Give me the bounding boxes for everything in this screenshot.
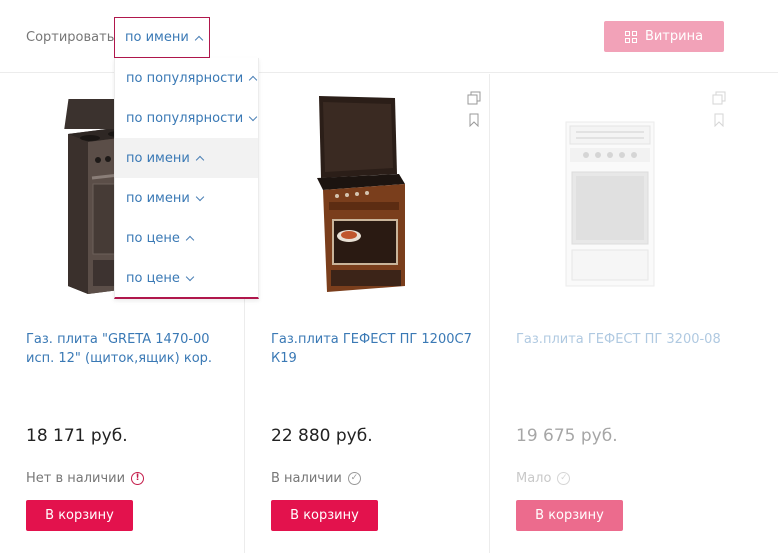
check-icon: ✓	[347, 472, 361, 485]
grid-icon	[624, 30, 637, 43]
stove-image	[317, 96, 405, 292]
chevron-up-icon	[195, 155, 205, 165]
add-to-cart-button[interactable]: В корзину	[271, 500, 378, 531]
add-to-cart-button[interactable]: В корзину	[516, 500, 623, 531]
product-image[interactable]	[490, 74, 735, 314]
product-card: Газ.плита ГЕФЕСТ ПГ 1200С7 К19 22 880 ру…	[245, 74, 490, 553]
stock-status-label: Мало	[516, 471, 552, 486]
sort-option-name-asc[interactable]: по имени	[115, 138, 258, 178]
product-card: Газ.плита ГЕФЕСТ ПГ 3200-08 19 675 руб. …	[490, 74, 735, 553]
sort-option-label: по имени	[126, 190, 190, 206]
stock-status: В наличии ✓	[271, 471, 361, 486]
stock-status: Нет в наличии !	[26, 471, 145, 486]
stove-image	[565, 121, 655, 287]
product-tools	[712, 91, 726, 127]
sort-select[interactable]: по имени	[114, 17, 210, 58]
sort-option-popularity-desc[interactable]: по популярности	[115, 98, 258, 138]
sort-option-popularity-asc[interactable]: по популярности	[115, 58, 258, 98]
bookmark-icon[interactable]	[712, 113, 726, 127]
sort-option-label: по популярности	[126, 70, 244, 86]
sort-option-label: по цене	[126, 230, 180, 246]
product-price: 19 675 руб.	[516, 426, 618, 446]
sort-select-value: по имени	[125, 30, 189, 45]
chevron-down-icon	[195, 192, 205, 201]
chevron-up-icon	[194, 35, 204, 44]
view-showcase-label: Витрина	[644, 29, 704, 44]
sort-option-label: по цене	[126, 270, 180, 286]
bookmark-icon[interactable]	[467, 113, 481, 127]
sort-dropdown: по популярности по популярности по имени…	[114, 58, 259, 299]
sort-option-price-asc[interactable]: по цене	[115, 218, 258, 258]
compare-icon[interactable]	[467, 91, 481, 105]
chevron-down-icon	[185, 272, 195, 281]
product-tools	[467, 91, 481, 127]
sort-label: Сортировать:	[26, 30, 119, 45]
add-to-cart-button[interactable]: В корзину	[26, 500, 133, 531]
stock-status-label: В наличии	[271, 471, 342, 486]
sort-option-label: по популярности	[126, 110, 244, 126]
sort-option-label: по имени	[126, 150, 190, 166]
compare-icon[interactable]	[712, 91, 726, 105]
sort-option-name-desc[interactable]: по имени	[115, 178, 258, 218]
stock-status: Мало ✓	[516, 471, 571, 486]
warning-icon: !	[131, 472, 145, 485]
sort-option-price-desc[interactable]: по цене	[115, 258, 258, 298]
chevron-up-icon	[249, 75, 258, 85]
product-price: 18 171 руб.	[26, 426, 128, 446]
product-title[interactable]: Газ. плита "GRETA 1470-00 исп. 12" (щито…	[26, 330, 236, 368]
product-price: 22 880 руб.	[271, 426, 373, 446]
check-icon: ✓	[557, 472, 571, 485]
view-showcase-button[interactable]: Витрина	[604, 21, 724, 52]
product-image[interactable]	[245, 74, 490, 314]
stock-status-label: Нет в наличии	[26, 471, 126, 486]
product-title[interactable]: Газ.плита ГЕФЕСТ ПГ 1200С7 К19	[271, 330, 481, 368]
chevron-down-icon	[249, 112, 258, 121]
chevron-up-icon	[185, 235, 195, 245]
product-title[interactable]: Газ.плита ГЕФЕСТ ПГ 3200-08	[516, 330, 726, 349]
